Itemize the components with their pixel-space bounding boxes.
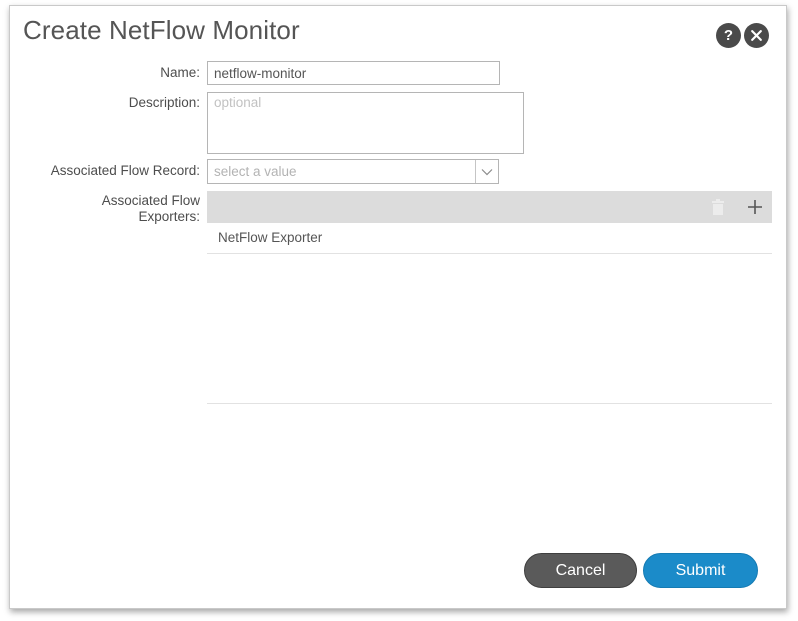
flow-exporters-label-line2: Exporters: (138, 209, 200, 224)
submit-button[interactable]: Submit (643, 553, 758, 588)
table-row[interactable]: NetFlow Exporter (207, 223, 772, 254)
chevron-down-icon[interactable] (475, 160, 498, 183)
name-input[interactable] (207, 61, 500, 85)
description-input[interactable] (207, 92, 524, 154)
table-bottom-divider (207, 403, 772, 404)
question-icon[interactable]: ? (716, 23, 741, 48)
description-label: Description: (128, 95, 200, 110)
dialog-title: Create NetFlow Monitor (23, 15, 300, 45)
cancel-button[interactable]: Cancel (524, 553, 637, 588)
flow-exporters-table: NetFlow Exporter (207, 191, 772, 404)
plus-icon[interactable] (746, 198, 764, 216)
name-label: Name: (160, 65, 200, 80)
close-icon[interactable] (744, 23, 769, 48)
create-netflow-monitor-dialog: Create NetFlow Monitor ? Name: Descripti… (9, 5, 787, 609)
trash-icon[interactable] (711, 199, 725, 215)
flow-record-label: Associated Flow Record: (50, 163, 200, 178)
flow-exporters-label-line1: Associated Flow (101, 193, 200, 208)
table-header (207, 191, 772, 223)
flow-record-select-value: select a value (214, 164, 297, 179)
flow-record-select[interactable]: select a value (207, 159, 499, 184)
